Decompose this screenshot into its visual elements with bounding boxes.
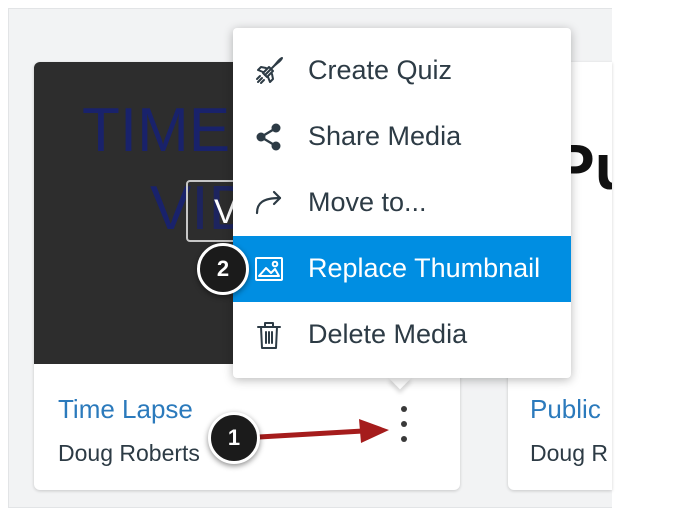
media-title-link[interactable]: Public (530, 394, 601, 425)
media-title-link[interactable]: Time Lapse (58, 394, 193, 425)
menu-item-move-to[interactable]: Move to... (233, 170, 571, 236)
media-options-menu: Create Quiz Share Media Move to... Repla… (233, 28, 571, 378)
menu-item-label: Create Quiz (308, 55, 453, 85)
rocket-icon (256, 57, 283, 84)
menu-item-label: Move to... (308, 187, 427, 217)
menu-item-label: Delete Media (308, 319, 468, 349)
menu-item-share-media[interactable]: Share Media (233, 104, 571, 170)
menu-item-delete-media[interactable]: Delete Media (233, 302, 571, 368)
annotation-arrow-icon (256, 419, 389, 443)
thumbnail-text-line1: TIME (82, 96, 231, 165)
menu-item-label: Share Media (308, 121, 462, 151)
menu-item-create-quiz[interactable]: Create Quiz (233, 38, 571, 104)
step-badge-2: 2 (197, 243, 249, 295)
media-options-kebab-icon[interactable] (394, 402, 414, 448)
share-icon (256, 123, 281, 151)
menu-item-label: Replace Thumbnail (308, 253, 541, 283)
media-owner: Doug Roberts (58, 440, 200, 466)
step-badge-1: 1 (208, 412, 260, 464)
image-icon (255, 257, 283, 281)
trash-icon (257, 322, 281, 349)
move-arrow-icon (255, 190, 282, 215)
menu-item-replace-thumbnail[interactable]: Replace Thumbnail (233, 236, 571, 302)
media-owner: Doug R (530, 440, 608, 466)
